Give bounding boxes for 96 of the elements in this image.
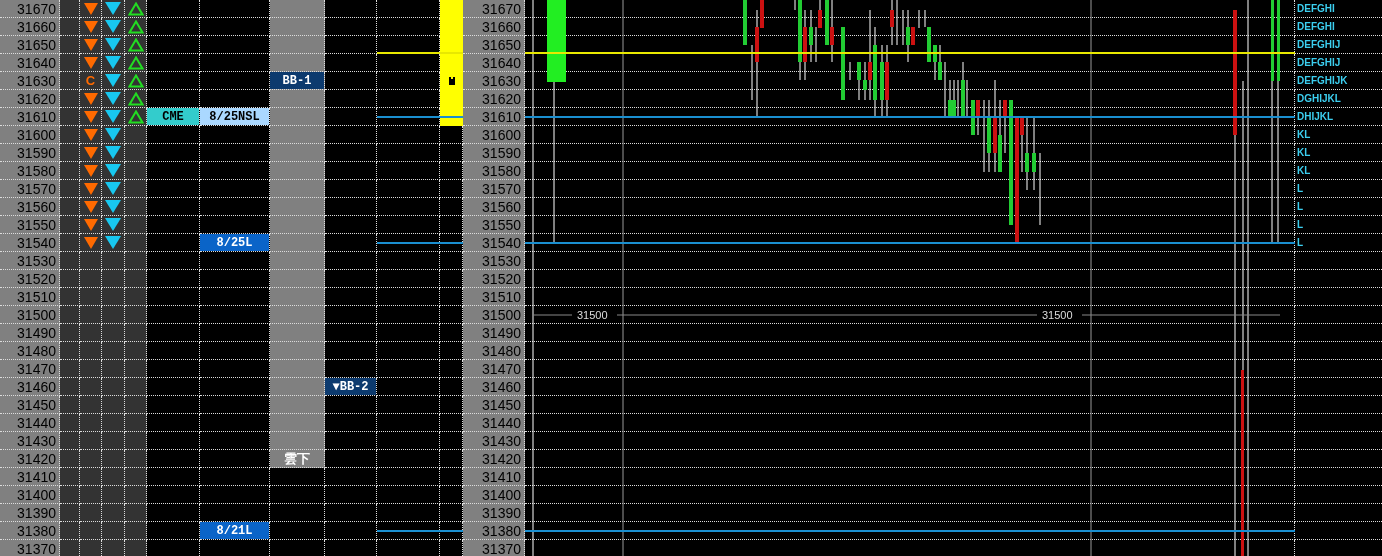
candlestick [751,44,753,101]
price-label: 31570 [17,181,56,196]
price-label: 31590 [482,145,521,160]
price-label: 31620 [482,91,521,106]
tpo-letters: KL [1297,146,1311,160]
tpo-letters: DEFGHI [1297,20,1335,34]
price-label: 31370 [482,541,521,556]
price-label: 31620 [17,91,56,106]
price-label: 31550 [482,217,521,232]
tpo-letters: DGHIJKL [1297,92,1341,106]
tpo-letters: KL [1297,128,1311,142]
price-label: 31570 [482,181,521,196]
tpo-letters: L [1297,200,1304,214]
price-label: 31660 [482,19,521,34]
level-tag: ▼BB-2 [325,378,376,395]
price-label: 31490 [17,325,56,340]
price-label: 31650 [17,37,56,52]
level-tag: CME [147,108,199,125]
tpo-letters: DEFGHIJ [1297,56,1341,70]
price-label: 31420 [482,451,521,466]
candlestick [857,61,861,101]
price-label: 31410 [17,469,56,484]
price-label: 31560 [17,199,56,214]
c-marker: C [85,72,96,89]
price-label: 31600 [17,127,56,142]
price-label: 31640 [482,55,521,70]
price-label: 31540 [482,235,521,250]
price-label: 31610 [482,109,521,124]
level-tag: 8/25L [200,234,269,251]
candlestick [794,0,796,11]
price-label: 31470 [482,361,521,376]
tpo-letters: DHIJKL [1297,110,1334,124]
price-label: 31530 [17,253,56,268]
price-label: 31550 [17,217,56,232]
price-label: 31460 [17,379,56,394]
price-label: 31640 [17,55,56,70]
tpo-letters: DEFGHI [1297,2,1335,16]
candlestick [809,9,813,63]
tpo-letters: DEFGHIJK [1297,74,1348,88]
price-label: 31510 [17,289,56,304]
price-label: 31400 [482,487,521,502]
price-label: 31450 [17,397,56,412]
price-label: 31380 [17,523,56,538]
price-label: 31460 [482,379,521,394]
price-label: 31600 [482,127,521,142]
candlestick [902,9,904,46]
candlestick [849,61,851,81]
candlestick [743,0,747,46]
price-label: 31540 [17,235,56,250]
price-label: 31580 [17,163,56,178]
price-label: 31430 [482,433,521,448]
price-label: 31520 [17,271,56,286]
level-tag: 8/25NSL [200,108,269,125]
price-label: 31630 [17,73,56,88]
price-label: 31530 [482,253,521,268]
tpo-letters: L [1297,182,1304,196]
price-label: 31380 [482,523,521,538]
price-label: 31420 [17,451,56,466]
price-label: 31390 [482,505,521,520]
candlestick [918,9,920,29]
price-label: 31580 [482,163,521,178]
price-label: 31520 [482,271,521,286]
price-label: 31660 [17,19,56,34]
price-label: 31370 [17,541,56,556]
tpo-letters: DEFGHIJ [1297,38,1341,52]
price-label: 31650 [482,37,521,52]
band-label: 雲下 [284,450,310,467]
price-label: 31560 [482,199,521,214]
candlestick [896,0,898,46]
price-line-label: 31500 [1042,309,1073,321]
price-label: 31610 [17,109,56,124]
tpo-letters: KL [1297,164,1311,178]
price-label: 31670 [17,1,56,16]
price-label: 31510 [482,289,521,304]
price-label: 31480 [482,343,521,358]
candlestick [944,61,946,119]
price-label: 31670 [482,1,521,16]
price-label: 31480 [17,343,56,358]
tpo-letters: L [1297,236,1304,250]
price-label: 31500 [482,307,521,322]
price-label: 31440 [17,415,56,430]
price-label: 31630 [482,73,521,88]
level-tag: 8/21L [200,522,269,539]
price-label: 31440 [482,415,521,430]
price-label: 31390 [17,505,56,520]
tpo-letters: L [1297,218,1304,232]
price-label: 31470 [17,361,56,376]
price-line-label: 31500 [577,309,608,321]
level-tag: BB-1 [270,72,324,89]
price-label: 31430 [17,433,56,448]
price-label: 31490 [482,325,521,340]
price-label: 31450 [482,397,521,412]
price-label: 31400 [17,487,56,502]
price-label: 31410 [482,469,521,484]
price-label: 31500 [17,307,56,322]
price-label: 31590 [17,145,56,160]
